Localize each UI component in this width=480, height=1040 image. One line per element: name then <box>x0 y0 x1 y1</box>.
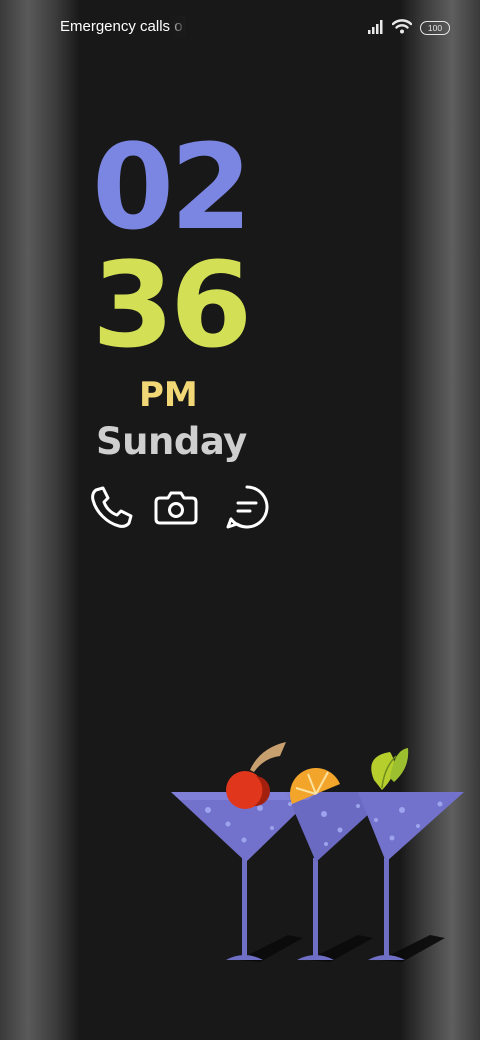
left-edge-shadow <box>0 0 80 1040</box>
camera-icon <box>152 483 200 535</box>
carrier-text-fade <box>168 16 186 38</box>
signal-icon <box>368 19 384 38</box>
clock-ampm: PM <box>139 375 198 415</box>
status-icons: 100 <box>368 18 450 38</box>
status-bar: Emergency calls only 100 <box>0 0 480 56</box>
phone-icon <box>87 483 135 535</box>
wifi-icon <box>391 18 413 38</box>
lock-screen: Emergency calls only 100 <box>0 0 480 1040</box>
battery-level: 100 <box>427 23 443 33</box>
cocktail-glasses-wallpaper <box>171 742 464 962</box>
day-of-week: Sunday <box>96 420 247 463</box>
clock-minute: 36 <box>92 236 252 374</box>
clock-hour: 02 <box>92 118 252 256</box>
camera-shortcut-button[interactable] <box>151 484 201 534</box>
messages-icon <box>223 483 271 535</box>
carrier-text: Emergency calls only <box>60 18 182 35</box>
messages-shortcut-button[interactable] <box>222 484 272 534</box>
phone-shortcut-button[interactable] <box>86 484 136 534</box>
battery-icon: 100 <box>420 21 450 35</box>
